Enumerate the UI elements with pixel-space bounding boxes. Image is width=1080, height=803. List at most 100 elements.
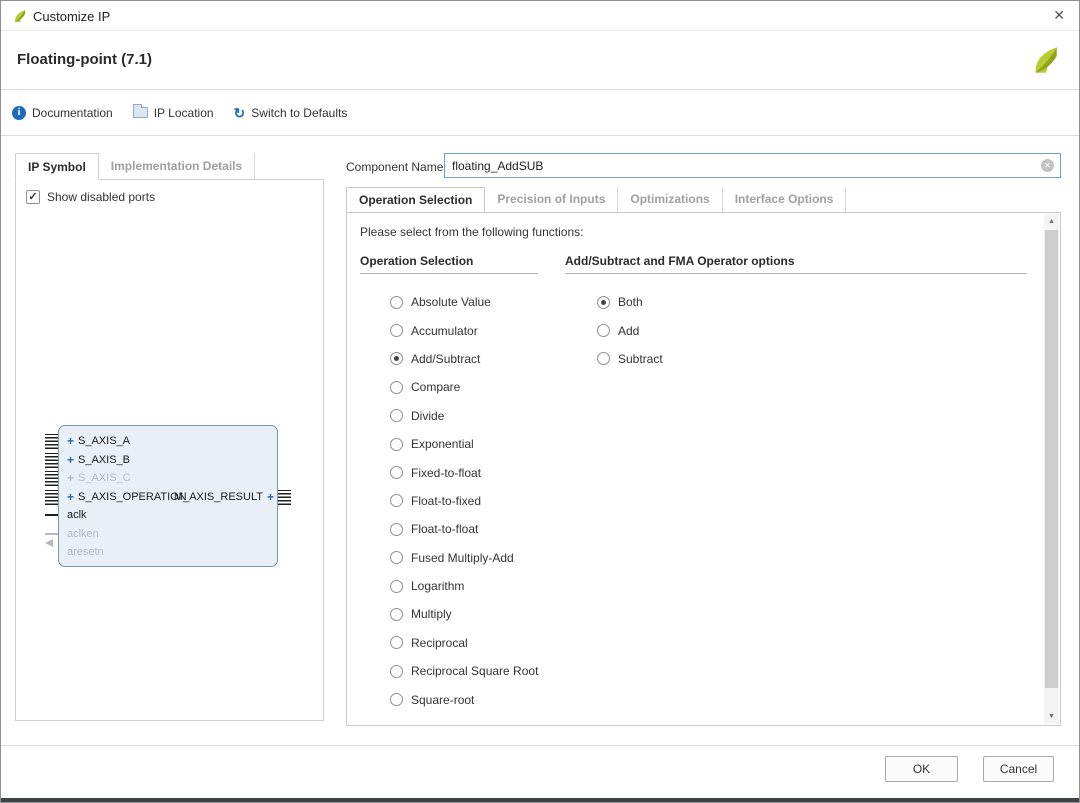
window-bottom-edge (1, 798, 1079, 802)
show-disabled-ports-checkbox[interactable]: ✓ Show disabled ports (26, 190, 155, 204)
tab-interface-options[interactable]: Interface Options (723, 187, 847, 212)
radio-icon (597, 324, 610, 337)
clock-pin-icon (45, 514, 58, 516)
radio-add-subtract[interactable]: Add/Subtract (390, 345, 538, 373)
radio-divide[interactable]: Divide (390, 402, 538, 430)
radio-logarithm[interactable]: Logarithm (390, 572, 538, 600)
reset-pin-icon (45, 539, 53, 547)
radio-both[interactable]: Both (597, 288, 663, 316)
addsub-radio-group: Both Add Subtract (597, 288, 663, 373)
dialog-toolbar: i Documentation IP Location ↻ Switch to … (1, 90, 1079, 136)
radio-icon (390, 636, 403, 649)
port-s-axis-c: + S_AXIS_C (59, 469, 277, 488)
radio-icon (390, 296, 403, 309)
radio-icon (390, 580, 403, 593)
left-tabbar: IP Symbol Implementation Details (15, 153, 324, 180)
expand-plus-icon[interactable]: + (67, 436, 74, 446)
radio-accumulator[interactable]: Accumulator (390, 316, 538, 344)
scrollbar-thumb[interactable] (1045, 230, 1058, 688)
radio-icon (390, 523, 403, 536)
radio-selected-icon (597, 296, 610, 309)
port-s-axis-a: + S_AXIS_A (59, 432, 277, 451)
show-disabled-ports-label: Show disabled ports (47, 190, 155, 204)
folder-icon (133, 107, 148, 118)
radio-selected-icon (390, 352, 403, 365)
checkbox-icon: ✓ (26, 190, 40, 204)
ip-symbol-diagram: + S_AXIS_A + S_AXIS_B + S_AXIS_C + S_AXI… (58, 425, 278, 567)
expand-plus-icon[interactable]: + (67, 455, 74, 465)
config-tabbar: Operation Selection Precision of Inputs … (346, 187, 846, 212)
radio-icon (390, 466, 403, 479)
divider (360, 273, 538, 274)
radio-icon (390, 409, 403, 422)
radio-absolute-value[interactable]: Absolute Value (390, 288, 538, 316)
expand-plus-icon[interactable]: + (67, 473, 74, 483)
component-name-input[interactable] (444, 153, 1061, 178)
switch-to-defaults-link[interactable]: ↻ Switch to Defaults (234, 106, 348, 120)
tab-operation-selection[interactable]: Operation Selection (346, 187, 485, 212)
radio-float-to-fixed[interactable]: Float-to-fixed (390, 487, 538, 515)
bus-pin-icon (45, 471, 58, 486)
ip-title: Floating-point (7.1) (17, 51, 152, 68)
expand-plus-icon[interactable]: + (267, 492, 274, 502)
xilinx-logo (1027, 43, 1061, 77)
addsub-group-title: Add/Subtract and FMA Operator options (565, 254, 795, 268)
radio-icon (390, 438, 403, 451)
radio-icon (390, 381, 403, 394)
ok-button[interactable]: OK (885, 756, 958, 782)
xilinx-logo-icon (11, 8, 27, 24)
radio-subtract[interactable]: Subtract (597, 345, 663, 373)
radio-float-to-float[interactable]: Float-to-float (390, 515, 538, 543)
ip-symbol-body: ✓ Show disabled ports + S_AXIS_A + S_ (15, 180, 324, 721)
radio-reciprocal[interactable]: Reciprocal (390, 629, 538, 657)
radio-icon (390, 494, 403, 507)
customize-ip-dialog: Customize IP ✕ Floating-point (7.1) i Do… (0, 0, 1080, 803)
tab-precision-of-inputs[interactable]: Precision of Inputs (485, 187, 618, 212)
tab-implementation-details[interactable]: Implementation Details (99, 153, 255, 179)
switch-to-defaults-label: Switch to Defaults (251, 106, 347, 120)
ip-symbol-panel: IP Symbol Implementation Details ✓ Show … (15, 153, 324, 721)
scroll-up-icon[interactable]: ▲ (1044, 214, 1059, 229)
radio-fixed-to-float[interactable]: Fixed-to-float (390, 458, 538, 486)
radio-compare[interactable]: Compare (390, 373, 538, 401)
ip-location-label: IP Location (154, 106, 214, 120)
documentation-label: Documentation (32, 106, 113, 120)
operation-radio-group: Absolute Value Accumulator Add/Subtract … (390, 288, 538, 714)
clear-input-icon[interactable]: ✕ (1041, 159, 1054, 172)
info-icon: i (12, 106, 26, 120)
tab-optimizations[interactable]: Optimizations (618, 187, 722, 212)
radio-square-root[interactable]: Square-root (390, 685, 538, 713)
radio-fused-multiply-add[interactable]: Fused Multiply-Add (390, 544, 538, 572)
component-name-label: Component Name (346, 160, 443, 174)
port-s-axis-b: + S_AXIS_B (59, 451, 277, 470)
cancel-button[interactable]: Cancel (983, 756, 1054, 782)
expand-plus-icon[interactable]: + (67, 492, 74, 502)
operation-group-title: Operation Selection (360, 254, 473, 268)
bus-pin-icon (45, 453, 58, 468)
titlebar: Customize IP ✕ (1, 1, 1079, 31)
tab-ip-symbol[interactable]: IP Symbol (15, 153, 99, 180)
check-icon: ✓ (28, 192, 37, 203)
ip-location-link[interactable]: IP Location (133, 106, 214, 120)
radio-icon (597, 352, 610, 365)
radio-add[interactable]: Add (597, 316, 663, 344)
radio-icon (390, 324, 403, 337)
port-aclken: aclken (59, 525, 277, 544)
port-aclk: aclk (59, 506, 277, 525)
radio-icon (390, 608, 403, 621)
divider (565, 273, 1027, 274)
radio-exponential[interactable]: Exponential (390, 430, 538, 458)
documentation-link[interactable]: i Documentation (12, 106, 113, 120)
bus-pin-icon (45, 434, 58, 449)
port-s-axis-operation: + S_AXIS_OPERATION M_AXIS_RESULT + (59, 488, 277, 507)
divider (1, 745, 1079, 746)
vertical-scrollbar[interactable]: ▲ ▼ (1044, 214, 1059, 724)
scroll-down-icon[interactable]: ▼ (1044, 709, 1059, 724)
radio-icon (390, 693, 403, 706)
bus-pin-icon (278, 490, 291, 505)
radio-multiply[interactable]: Multiply (390, 600, 538, 628)
radio-reciprocal-square-root[interactable]: Reciprocal Square Root (390, 657, 538, 685)
close-icon[interactable]: ✕ (1053, 7, 1065, 24)
window-title: Customize IP (33, 9, 110, 24)
clken-pin-icon (45, 533, 58, 535)
